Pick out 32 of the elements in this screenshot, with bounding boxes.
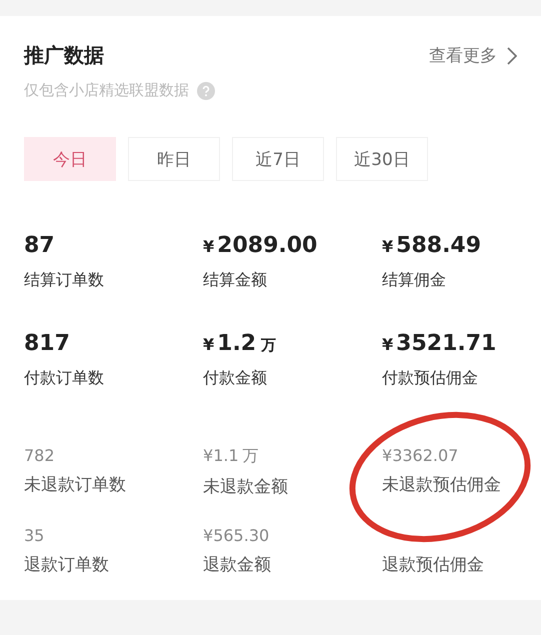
date-tab[interactable]: 今日 <box>24 137 116 181</box>
date-tab[interactable]: 昨日 <box>128 137 220 181</box>
metric-label: 付款订单数 <box>24 368 105 389</box>
help-icon[interactable] <box>197 82 215 100</box>
metric-value: 782 <box>24 446 56 465</box>
metric-label: 未退款订单数 <box>24 474 127 496</box>
metric-value: ¥3521.71 <box>382 331 498 356</box>
date-tab[interactable]: 近30日 <box>336 137 428 181</box>
metric-value: 35 <box>24 526 46 545</box>
metric-label: 未退款金额 <box>203 476 289 498</box>
metric-label: 退款预估佣金 <box>382 554 485 576</box>
date-tab[interactable]: 近7日 <box>232 137 324 181</box>
metric-value: ¥588.49 <box>382 233 482 258</box>
metric-label: 结算佣金 <box>382 270 447 291</box>
metric-value: ¥1.1 万 <box>203 446 260 467</box>
subtitle: 仅包含小店精选联盟数据 <box>24 81 189 100</box>
metric-label: 付款预估佣金 <box>382 368 479 389</box>
metric-label: 未退款预估佣金 <box>382 474 502 496</box>
metric-label: 结算订单数 <box>24 270 105 291</box>
metric-value: ¥565.30 <box>203 526 270 545</box>
section-title: 推广数据 <box>24 42 104 69</box>
metric-value: ¥1.2 万 <box>203 331 278 356</box>
metric-value: 87 <box>24 233 56 258</box>
metric-label: 退款金额 <box>203 554 272 576</box>
metric-label: 退款订单数 <box>24 554 110 576</box>
metric-value: 817 <box>24 331 71 356</box>
metric-value: ¥2089.00 <box>203 233 318 258</box>
metric-label: 结算金额 <box>203 270 268 291</box>
metric-value: ¥3362.07 <box>382 446 460 465</box>
chevron-right-icon <box>507 46 517 64</box>
view-more-link[interactable]: 查看更多 <box>429 44 517 67</box>
metric-label: 付款金额 <box>203 368 268 389</box>
